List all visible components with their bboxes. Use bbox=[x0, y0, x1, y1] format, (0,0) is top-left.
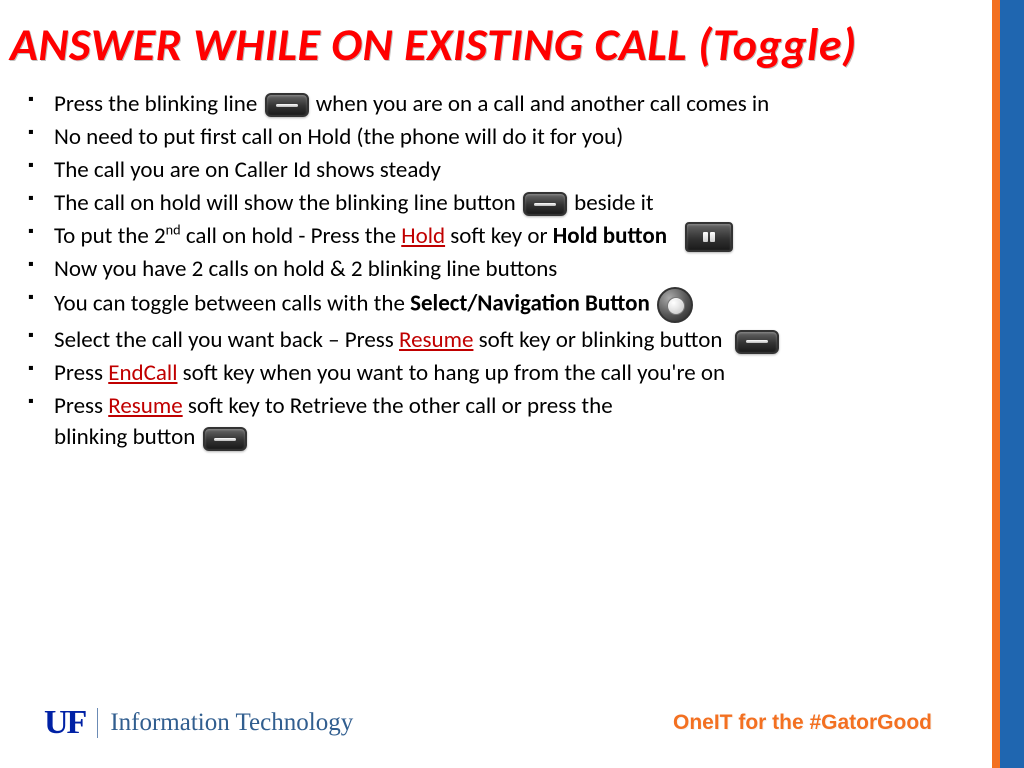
bullet-9: Press EndCall soft key when you want to … bbox=[28, 358, 992, 389]
bullet-3: The call you are on Caller Id shows stea… bbox=[28, 155, 992, 186]
bold-text: Hold button bbox=[553, 222, 667, 250]
line-button-icon bbox=[265, 93, 309, 117]
softkey-hold: Hold bbox=[401, 222, 445, 250]
slide-footer: UF Information Technology OneIT for the … bbox=[44, 704, 932, 742]
text: soft key or blinking button bbox=[473, 326, 722, 354]
side-stripe-blue bbox=[1000, 0, 1024, 768]
nav-button-icon bbox=[657, 287, 693, 323]
slide-content: ANSWER WHILE ON EXISTING CALL (Toggle) P… bbox=[0, 0, 992, 768]
uf-logo: UF Information Technology bbox=[44, 704, 353, 742]
bullet-8: Select the call you want back – Press Re… bbox=[28, 325, 992, 356]
text: To put the 2 bbox=[54, 222, 166, 250]
ordinal-suffix: nd bbox=[166, 220, 181, 238]
line-button-icon bbox=[523, 192, 567, 216]
pause-button-icon bbox=[685, 222, 733, 252]
line-button-icon bbox=[203, 427, 247, 451]
text: Press bbox=[54, 392, 108, 420]
softkey-resume: Resume bbox=[108, 392, 182, 420]
text: soft key or bbox=[445, 222, 553, 250]
bullet-2: No need to put first call on Hold (the p… bbox=[28, 122, 992, 153]
slide-title: ANSWER WHILE ON EXISTING CALL (Toggle) bbox=[10, 20, 992, 71]
text: The call you are on Caller Id shows stea… bbox=[54, 156, 441, 184]
logo-divider bbox=[97, 708, 98, 738]
uf-dept-text: Information Technology bbox=[110, 709, 353, 737]
text: Select the call you want back – Press bbox=[54, 326, 399, 354]
uf-mark: UF bbox=[44, 704, 85, 742]
text: when you are on a call and another call … bbox=[316, 90, 770, 118]
text: No need to put first call on Hold (the p… bbox=[54, 123, 623, 151]
bullet-1: Press the blinking line when you are on … bbox=[28, 89, 992, 120]
softkey-endcall: EndCall bbox=[108, 359, 177, 387]
text: blinking button bbox=[54, 423, 201, 451]
bullet-10: Press Resume soft key to Retrieve the ot… bbox=[28, 391, 992, 453]
side-stripe-orange bbox=[992, 0, 1000, 768]
text: soft key to Retrieve the other call or p… bbox=[183, 392, 613, 420]
bullet-5: To put the 2nd call on hold - Press the … bbox=[28, 221, 992, 253]
footer-tagline: OneIT for the #GatorGood bbox=[673, 711, 932, 735]
text: call on hold - Press the bbox=[181, 222, 402, 250]
bold-text: Select/Navigation Button bbox=[410, 290, 650, 318]
text: Press the blinking line bbox=[54, 90, 257, 118]
bullet-7: You can toggle between calls with the Se… bbox=[28, 287, 992, 323]
bullet-4: The call on hold will show the blinking … bbox=[28, 188, 992, 219]
text: Now you have 2 calls on hold & 2 blinkin… bbox=[54, 255, 557, 283]
text: You can toggle between calls with the bbox=[54, 290, 410, 318]
line-button-icon bbox=[735, 330, 779, 354]
bullet-list: Press the blinking line when you are on … bbox=[28, 89, 992, 454]
text: The call on hold will show the blinking … bbox=[54, 189, 516, 217]
text: soft key when you want to hang up from t… bbox=[177, 359, 725, 387]
text: beside it bbox=[574, 189, 654, 217]
bullet-6: Now you have 2 calls on hold & 2 blinkin… bbox=[28, 254, 992, 285]
softkey-resume: Resume bbox=[399, 326, 473, 354]
text: Press bbox=[54, 359, 108, 387]
